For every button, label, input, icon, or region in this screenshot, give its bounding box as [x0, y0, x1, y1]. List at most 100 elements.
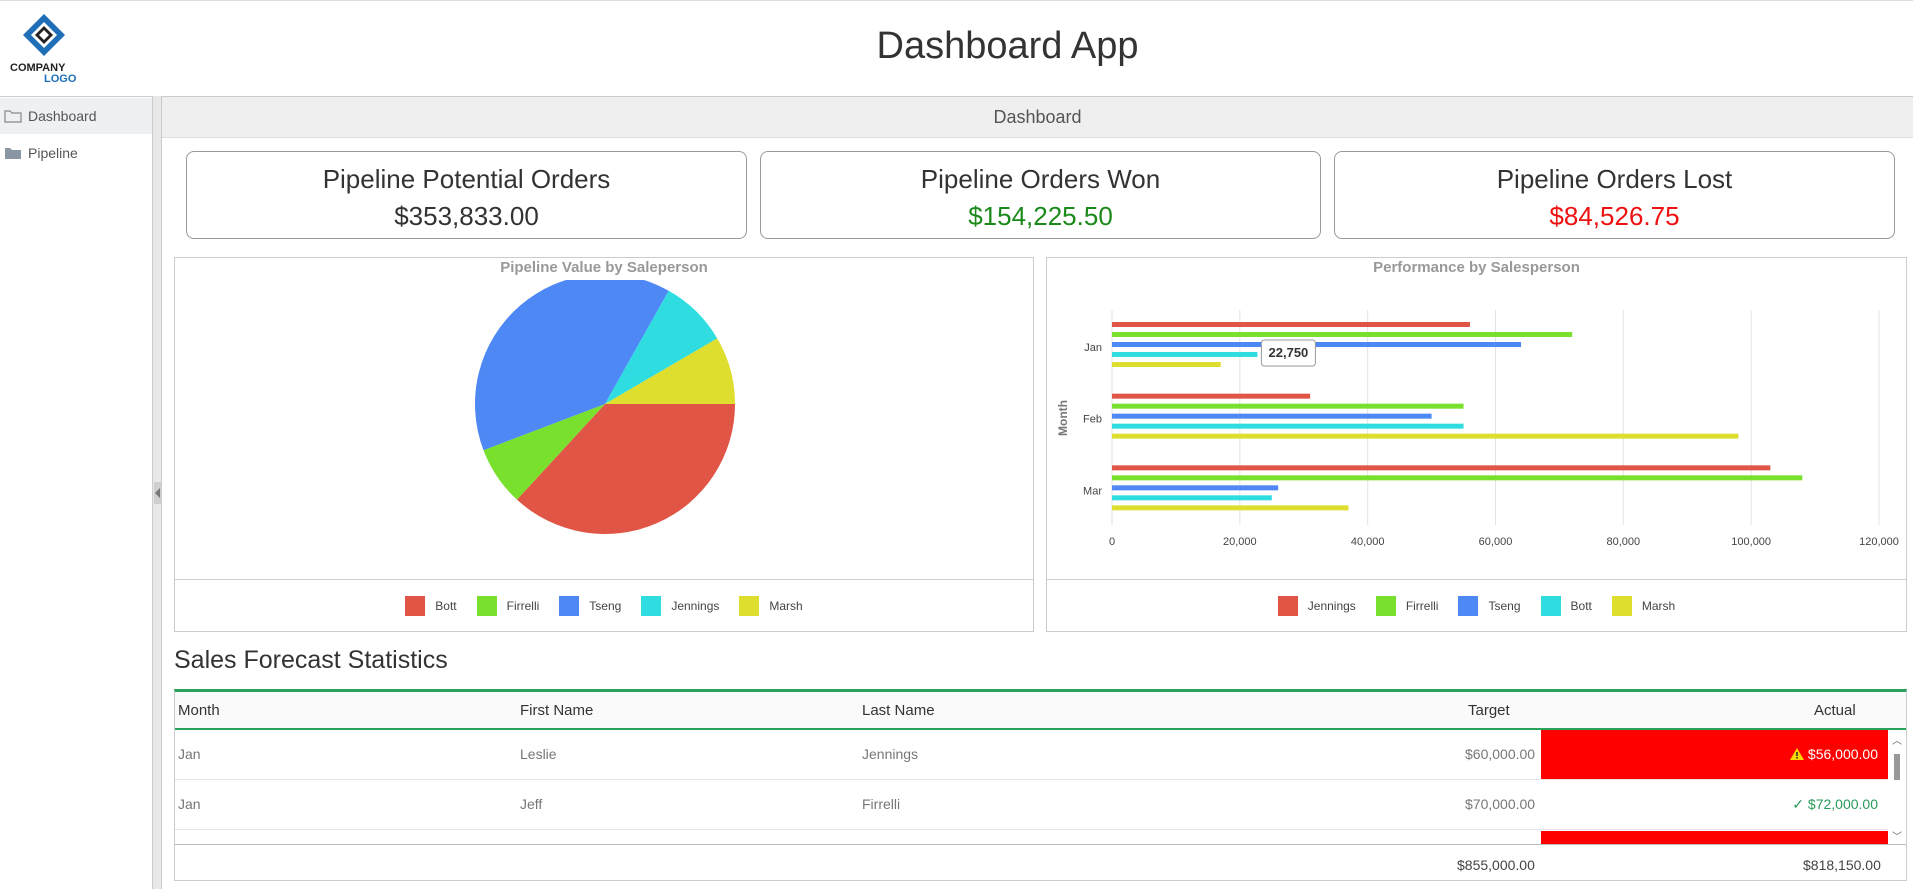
- legend-swatch: [476, 595, 497, 616]
- legend-label: Bott: [1570, 598, 1592, 613]
- bar-marsh-jan[interactable]: [1112, 362, 1221, 367]
- bar-chart-panel: Performance by Salesperson 0 20,000 40,000…: [1046, 257, 1907, 632]
- legend-label: Bott: [435, 598, 457, 613]
- column-header-first-name[interactable]: First Name: [520, 702, 593, 719]
- x-tick-label: 120,000: [1859, 536, 1899, 548]
- footer-target-total: $855,000.00: [1457, 857, 1535, 873]
- cell-target: $60,000.00: [1465, 746, 1536, 762]
- bar-marsh-feb[interactable]: [1112, 433, 1739, 439]
- legend-label: Tseng: [589, 598, 622, 613]
- legend-label: Marsh: [769, 598, 803, 613]
- bar-jennings-feb[interactable]: [1112, 393, 1311, 399]
- y-tick-label: Jan: [1084, 342, 1102, 354]
- bar-bott-mar[interactable]: [1112, 495, 1272, 501]
- x-tick-label: 0: [1109, 536, 1115, 548]
- cell-actual: ✓ $72,000.00: [1541, 780, 1888, 829]
- legend-label: Firrelli: [506, 598, 540, 613]
- warning-icon: [1790, 748, 1805, 760]
- bar-tseng-jan[interactable]: [1112, 342, 1522, 347]
- x-tick-label: 80,000: [1607, 536, 1641, 548]
- x-tick-label: 100,000: [1731, 536, 1771, 548]
- cell-last-name: Jennings: [862, 746, 919, 762]
- scroll-down-icon[interactable]: ﹀: [1892, 828, 1902, 843]
- legend-label: Jennings: [1307, 598, 1356, 613]
- bar-firrelli-jan[interactable]: [1112, 332, 1573, 337]
- bar-marsh-mar[interactable]: [1112, 505, 1349, 511]
- kpi-title: Pipeline Potential Orders: [322, 164, 611, 194]
- kpi-card-orders-won: Pipeline Orders Won $154,225.50: [760, 151, 1321, 239]
- pie-chart: [475, 280, 735, 535]
- bar-chart: 0 20,000 40,000 60,000 80,000 100,000 120,000 M…: [1056, 310, 1899, 548]
- bar-chart-legend: Jennings Firrelli Tseng Bott Marsh: [1047, 579, 1906, 631]
- sales-forecast-grid: Month First Name Last Name Target Actual…: [174, 689, 1907, 881]
- sidebar-splitter[interactable]: [153, 96, 162, 889]
- scroll-up-icon[interactable]: ︿: [1892, 732, 1902, 747]
- legend-label: Marsh: [1641, 598, 1676, 613]
- app-title: Dashboard App: [876, 25, 1139, 67]
- x-tick-label: 60,000: [1479, 536, 1513, 548]
- legend-swatch: [1375, 595, 1396, 616]
- table-row[interactable]: Jan Jeff Firrelli $70,000.00 ✓ $72,000.0…: [175, 780, 1888, 830]
- legend-item-marsh[interactable]: Marsh: [1611, 595, 1676, 616]
- legend-swatch: [1277, 595, 1298, 616]
- x-tick-label: 20,000: [1223, 536, 1257, 548]
- collapse-sidebar-icon[interactable]: [154, 482, 161, 504]
- scrollbar-thumb[interactable]: [1894, 754, 1900, 780]
- legend-swatch: [641, 595, 662, 616]
- sidebar-item-pipeline[interactable]: Pipeline: [0, 135, 152, 171]
- pie-chart-panel: Pipeline Value by Saleperson Bott Firrell…: [174, 257, 1034, 632]
- kpi-title: Pipeline Orders Won: [920, 164, 1161, 194]
- legend-item-firrelli[interactable]: Firrelli: [476, 595, 540, 616]
- sidebar-item-dashboard[interactable]: Dashboard: [0, 98, 152, 134]
- column-header-last-name[interactable]: Last Name: [862, 702, 935, 719]
- y-tick-label: Mar: [1083, 485, 1102, 497]
- cell-last-name: Firrelli: [862, 796, 901, 812]
- kpi-value: $353,833.00: [394, 201, 539, 231]
- bar-tseng-feb[interactable]: [1112, 413, 1432, 419]
- legend-item-bott[interactable]: Bott: [1540, 595, 1592, 616]
- legend-item-marsh[interactable]: Marsh: [739, 595, 803, 616]
- kpi-value: $154,225.50: [968, 201, 1113, 231]
- legend-item-tseng[interactable]: Tseng: [559, 595, 622, 616]
- kpi-value: $84,526.75: [1549, 201, 1680, 231]
- y-axis-label: Month: [1056, 400, 1070, 436]
- cell-target: $70,000.00: [1465, 796, 1536, 812]
- partial-row-cell: [1541, 831, 1888, 844]
- column-header-actual[interactable]: Actual: [1814, 702, 1856, 719]
- legend-swatch: [405, 595, 426, 616]
- legend-swatch: [1540, 595, 1561, 616]
- actual-value: $72,000.00: [1807, 796, 1878, 812]
- chart-tooltip: 22,750: [1260, 339, 1316, 367]
- legend-item-tseng[interactable]: Tseng: [1458, 595, 1521, 616]
- bar-bott-jan[interactable]: [1112, 352, 1258, 357]
- pie-chart-legend: Bott Firrelli Tseng Jennings Marsh: [175, 579, 1033, 631]
- bar-bott-feb[interactable]: [1112, 423, 1464, 429]
- legend-label: Firrelli: [1405, 598, 1439, 613]
- legend-swatch: [1458, 595, 1479, 616]
- table-row[interactable]: Jan Leslie Jennings $60,000.00 $56,000.0…: [175, 730, 1888, 780]
- cell-month: Jan: [178, 796, 201, 812]
- chart-title: Pipeline Value by Saleperson: [500, 259, 708, 276]
- bar-tseng-mar[interactable]: [1112, 485, 1279, 491]
- bar-firrelli-feb[interactable]: [1112, 403, 1464, 409]
- y-tick-label: Feb: [1083, 414, 1102, 426]
- column-header-month[interactable]: Month: [178, 702, 220, 719]
- legend-item-firrelli[interactable]: Firrelli: [1375, 595, 1439, 616]
- bar-firrelli-mar[interactable]: [1112, 475, 1803, 481]
- column-header-target[interactable]: Target: [1468, 702, 1510, 719]
- bar-jennings-mar[interactable]: [1112, 465, 1771, 471]
- grid-header: Month First Name Last Name Target Actual: [175, 692, 1906, 730]
- tab-dashboard[interactable]: Dashboard: [162, 96, 1913, 138]
- tooltip-label: 22,750: [1269, 345, 1309, 360]
- footer-actual-total: $818,150.00: [1803, 857, 1881, 873]
- legend-label: Tseng: [1488, 598, 1521, 613]
- bar-jennings-jan[interactable]: [1112, 322, 1470, 327]
- sidebar: Dashboard Pipeline: [0, 96, 153, 889]
- grid-scrollbar[interactable]: ︿ ﹀: [1888, 730, 1906, 844]
- kpi-card-orders-lost: Pipeline Orders Lost $84,526.75: [1334, 151, 1895, 239]
- chart-title: Performance by Salesperson: [1373, 259, 1580, 276]
- cell-first-name: Leslie: [520, 746, 557, 762]
- legend-item-jennings[interactable]: Jennings: [1277, 595, 1356, 616]
- legend-item-jennings[interactable]: Jennings: [641, 595, 719, 616]
- legend-item-bott[interactable]: Bott: [405, 595, 457, 616]
